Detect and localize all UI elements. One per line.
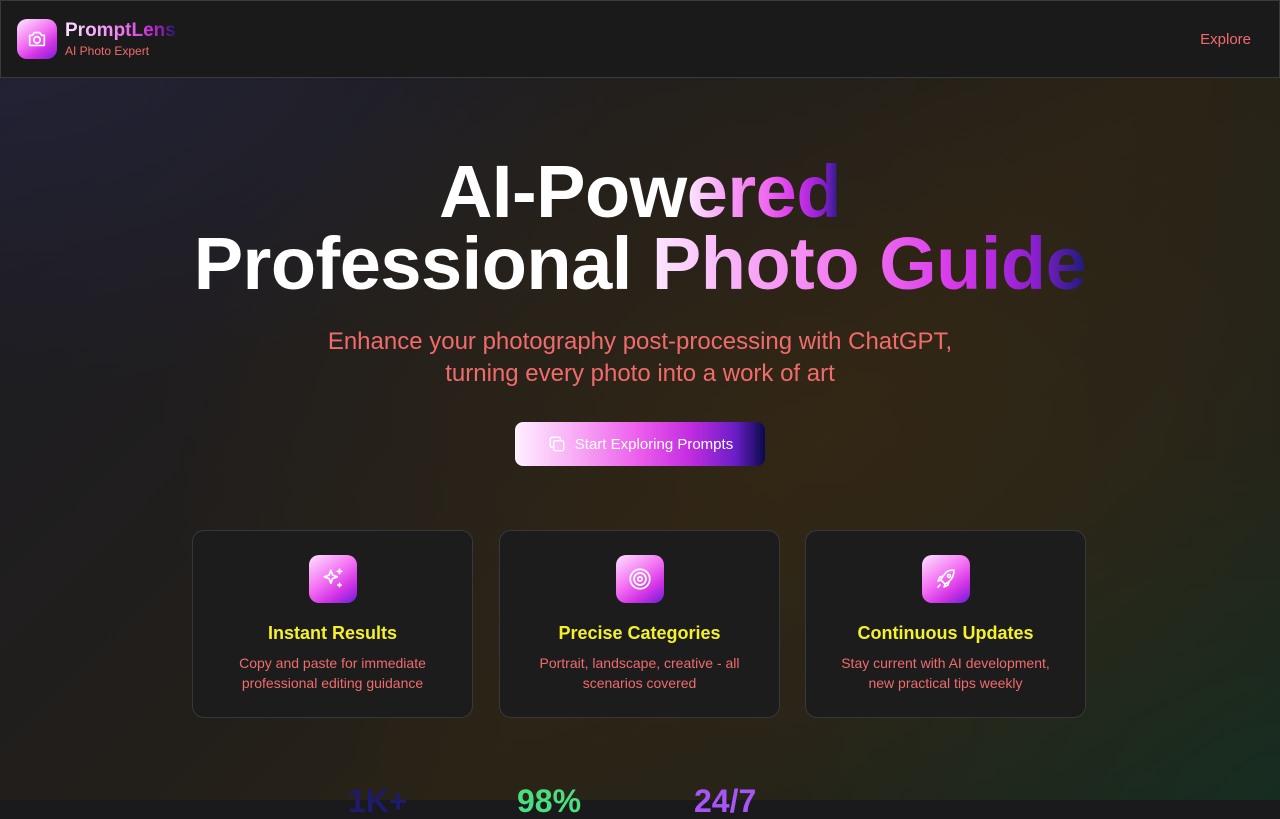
brand-tagline: AI Photo Expert <box>65 43 150 58</box>
feature-description: Portrait, landscape, creative - all scen… <box>539 655 740 691</box>
hero-subtitle-line2: turning every photo into a work of art <box>445 360 835 387</box>
feature-title: Continuous Updates <box>857 623 1034 643</box>
brand[interactable]: PromptLens AI Photo Expert <box>17 19 176 59</box>
hero-title-line2-plain: Professional <box>193 222 652 305</box>
brand-name: PromptLens <box>65 19 176 41</box>
target-icon <box>615 555 664 603</box>
hero-title-line1-plain: AI-Pow <box>438 150 687 233</box>
hero-subtitle-line1: Enhance your photography post-processing… <box>327 328 953 355</box>
feature-card-continuous-updates: Continuous Updates Stay current with AI … <box>805 530 1086 718</box>
stat-value: 1K+ <box>348 783 408 819</box>
nav-explore-link[interactable]: Explore <box>1200 31 1251 48</box>
sparkles-icon <box>308 555 357 603</box>
feature-card-instant-results: Instant Results Copy and paste for immed… <box>192 530 473 718</box>
feature-card-precise-categories: Precise Categories Portrait, landscape, … <box>499 530 780 718</box>
start-exploring-label: Start Exploring Prompts <box>574 435 734 453</box>
stat-value: 98% <box>517 783 582 819</box>
hero-title: AI-Powered Professional Photo Guide <box>0 155 1280 301</box>
feature-description: Stay current with AI development, new pr… <box>841 655 1050 691</box>
rocket-icon <box>921 555 970 603</box>
camera-icon <box>17 19 57 59</box>
feature-title: Precise Categories <box>558 623 721 643</box>
stat-value: 24/7 <box>694 783 757 819</box>
feature-description: Copy and paste for immediate professiona… <box>239 655 426 691</box>
hero-title-line2-gradient: Photo Guide <box>651 222 1087 305</box>
hero-subtitle: Enhance your photography post-processing… <box>0 326 1280 390</box>
copy-icon <box>547 434 567 454</box>
feature-title: Instant Results <box>267 623 398 643</box>
top-nav-bar: PromptLens AI Photo Expert Explore <box>0 0 1280 78</box>
start-exploring-button[interactable]: Start Exploring Prompts <box>515 422 765 466</box>
hero-title-line1-gradient: ered <box>686 150 842 233</box>
